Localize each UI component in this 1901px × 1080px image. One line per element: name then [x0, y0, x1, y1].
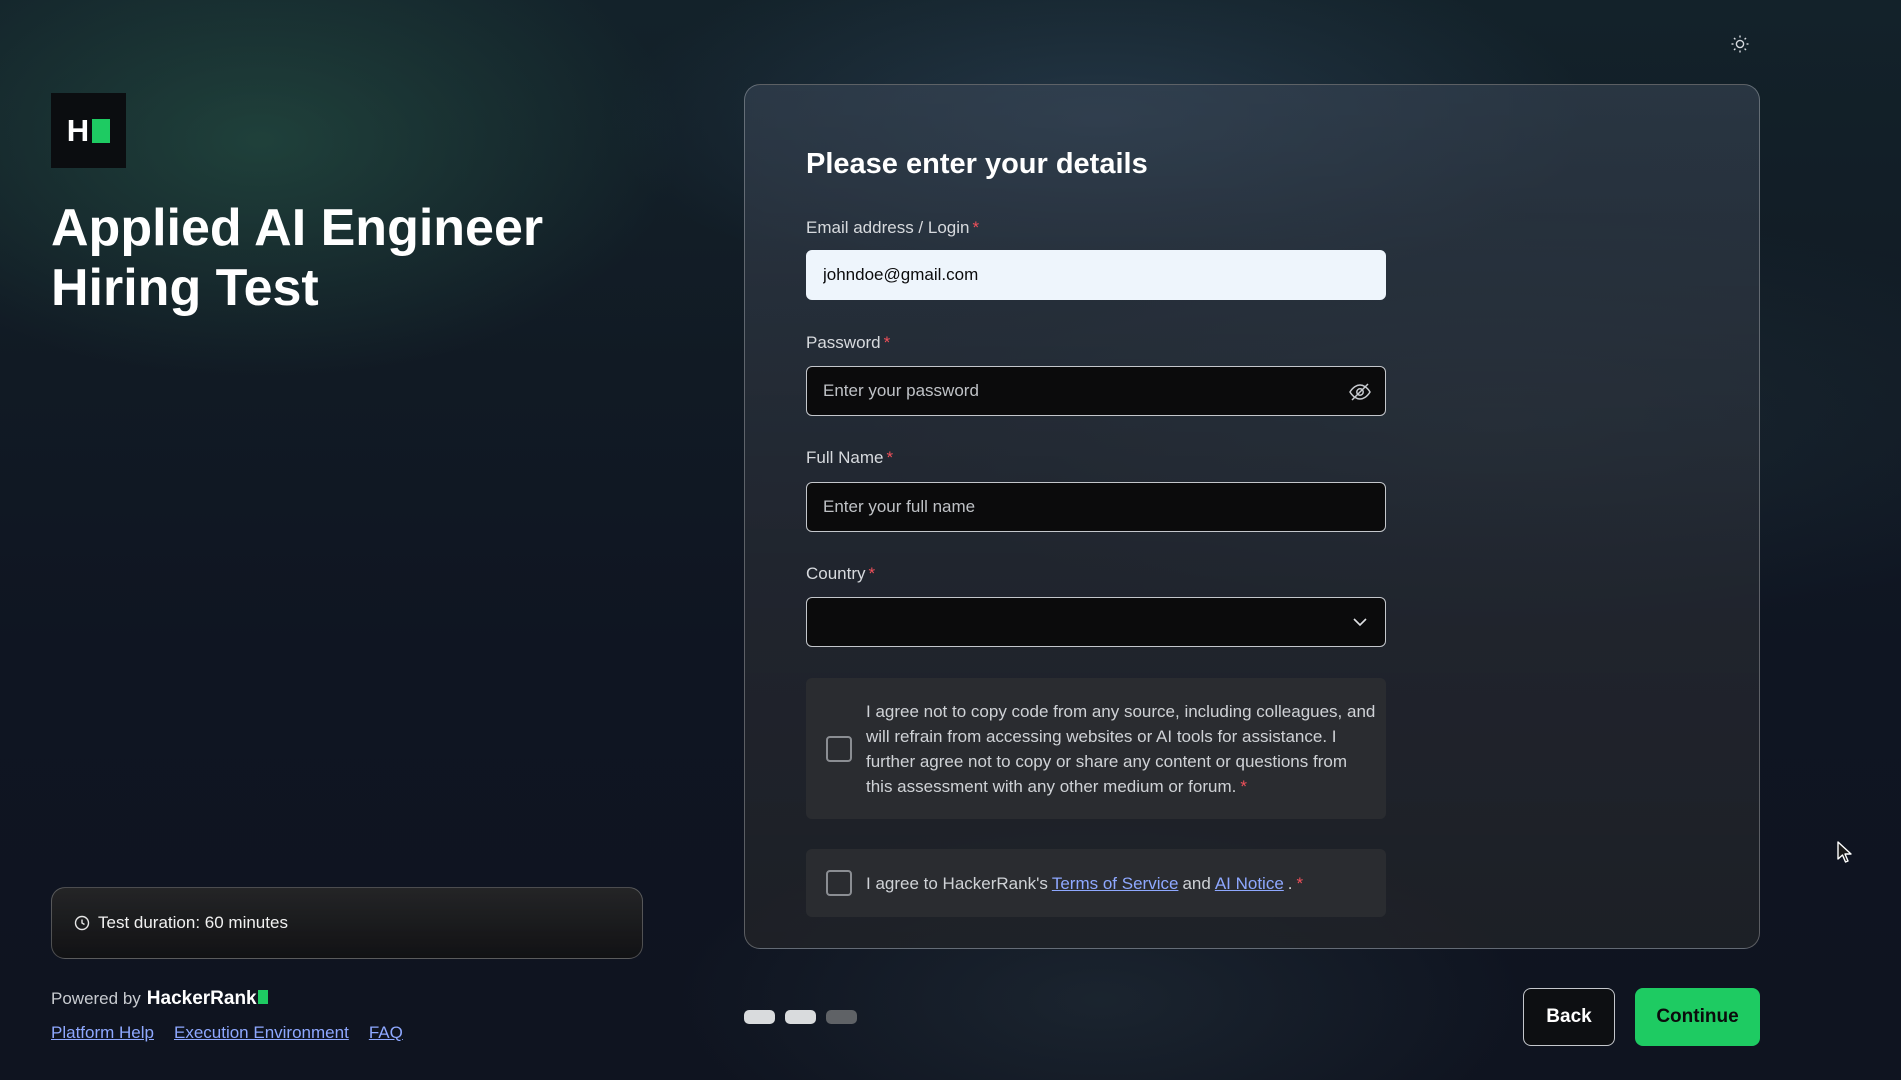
back-button[interactable]: Back	[1523, 988, 1615, 1046]
step-dot-3	[826, 1010, 857, 1024]
country-label: Country *	[806, 564, 876, 583]
agree-no-copy-box: I agree not to copy code from any source…	[806, 678, 1386, 819]
sun-icon	[1731, 35, 1749, 53]
step-dot-1	[744, 1010, 775, 1024]
agree-terms-text: I agree to HackerRank's Terms of Service a…	[866, 873, 1304, 893]
password-label: Password *	[806, 333, 891, 352]
clock-icon	[74, 915, 90, 931]
eye-off-icon[interactable]	[1348, 380, 1372, 404]
agree-no-copy-text: I agree not to copy code from any source…	[866, 701, 1376, 796]
agree-no-copy-checkbox[interactable]	[826, 735, 852, 762]
email-label: Email address / Login *	[806, 218, 980, 237]
agree-terms-box: I agree to HackerRank's Terms of Service a…	[806, 849, 1386, 917]
terms-of-service-link[interactable]: Terms of Service	[1052, 874, 1179, 893]
ai-notice-link[interactable]: AI Notice	[1215, 874, 1284, 893]
brand-green-block	[257, 990, 268, 1004]
step-dot-2	[785, 1010, 816, 1024]
country-select[interactable]	[806, 597, 1386, 647]
test-title: Applied AI Engineer Hiring Test	[51, 199, 544, 317]
test-duration-box: Test duration: 60 minutes	[51, 887, 643, 959]
chevron-down-icon	[1353, 618, 1367, 627]
brand-name: HackerRank	[147, 988, 268, 1010]
full-name-input[interactable]	[806, 482, 1386, 532]
faq-link[interactable]: FAQ	[369, 1023, 403, 1043]
continue-button[interactable]: Continue	[1635, 988, 1760, 1046]
form-title: Please enter your details	[806, 148, 1148, 180]
test-duration-text: Test duration: 60 minutes	[98, 913, 288, 932]
password-input[interactable]	[806, 366, 1386, 416]
logo-letter: H	[66, 112, 90, 148]
powered-by: Powered by HackerRank	[51, 988, 268, 1010]
mouse-cursor-icon	[1837, 841, 1852, 863]
footer-links: Platform Help Execution Environment FAQ	[51, 1023, 403, 1043]
logo-green-block	[92, 118, 111, 143]
step-progress	[744, 1010, 857, 1024]
powered-by-label: Powered by	[51, 989, 141, 1008]
agree-terms-checkbox[interactable]	[826, 870, 852, 896]
hackerrank-logo: H	[51, 93, 126, 168]
platform-help-link[interactable]: Platform Help	[51, 1023, 154, 1043]
theme-toggle-button[interactable]	[1726, 30, 1754, 58]
full-name-label: Full Name *	[806, 448, 894, 467]
email-input[interactable]	[806, 250, 1386, 300]
execution-environment-link[interactable]: Execution Environment	[174, 1023, 349, 1043]
